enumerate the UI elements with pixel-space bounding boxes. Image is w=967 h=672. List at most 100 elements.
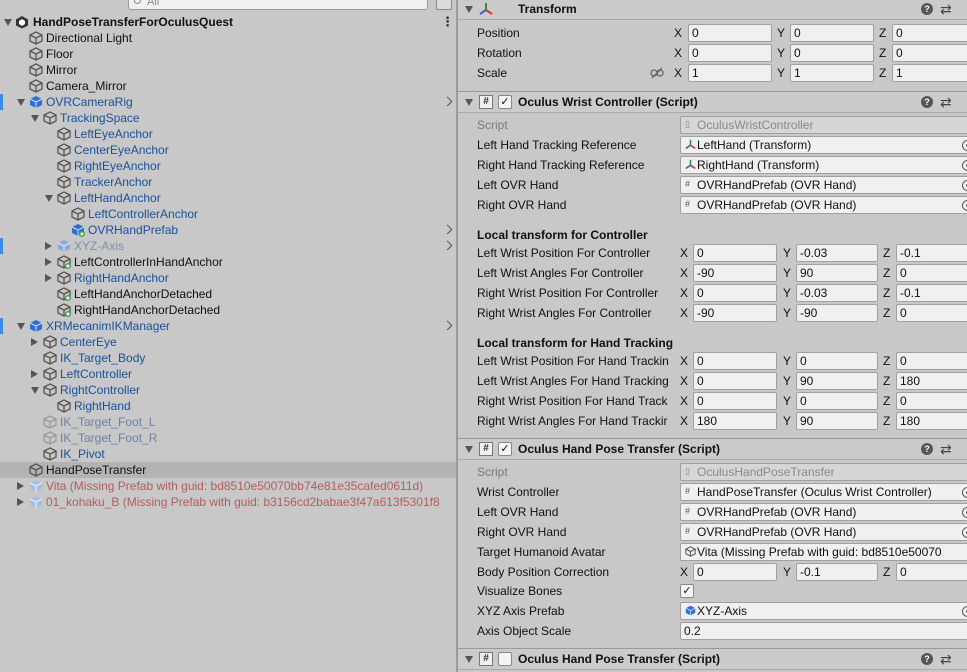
vector-x-field[interactable]: -90 — [693, 264, 777, 282]
hierarchy-item[interactable]: IK_Target_Body — [0, 350, 456, 366]
hierarchy-item[interactable]: XYZ-Axis — [0, 238, 456, 254]
body-x-field[interactable]: 0 — [693, 563, 777, 581]
help-icon[interactable]: ? — [921, 96, 933, 108]
chevron-right-icon[interactable] — [442, 320, 453, 331]
vector-y-field[interactable]: -90 — [796, 304, 878, 322]
hierarchy-item[interactable]: TrackingSpace — [0, 110, 456, 126]
object-picker-icon[interactable] — [962, 180, 967, 191]
right-ovr-hand-field[interactable]: # OVRHandPrefab (OVR Hand) — [680, 523, 967, 541]
vector-z-field[interactable]: 0 — [896, 304, 967, 322]
vector-y-field[interactable]: 0 — [796, 392, 878, 410]
wrist-controller-field[interactable]: # HandPoseTransfer (Oculus Wrist Control… — [680, 483, 967, 501]
hierarchy-item[interactable]: OVRCameraRig — [0, 94, 456, 110]
rotation-y-field[interactable]: 0 — [790, 44, 874, 62]
presets-icon[interactable]: ⇄ — [940, 1, 952, 18]
right-ovr-hand-field[interactable]: # OVRHandPrefab (OVR Hand) — [680, 196, 967, 214]
vector-y-field[interactable]: 90 — [796, 412, 878, 430]
vector-y-field[interactable]: -0.03 — [796, 244, 878, 262]
scale-x-field[interactable]: 1 — [688, 64, 772, 82]
hand-pose-transfer-2-header[interactable]: # Oculus Hand Pose Transfer (Script) ? ⇄ — [458, 648, 967, 670]
vector-x-field[interactable]: -90 — [693, 304, 777, 322]
hierarchy-item[interactable]: RightEyeAnchor — [0, 158, 456, 174]
fold-arrow-icon[interactable] — [31, 115, 39, 122]
hierarchy-item[interactable]: XRMecanimIKManager — [0, 318, 456, 334]
fold-arrow-icon[interactable] — [465, 6, 473, 13]
lock-icon[interactable] — [436, 0, 452, 10]
help-icon[interactable]: ? — [921, 443, 933, 455]
transform-header[interactable]: Transform ? ⇄ — [458, 0, 967, 20]
hierarchy-item[interactable]: HandPoseTransfer — [0, 462, 456, 478]
target-avatar-field[interactable]: Vita (Missing Prefab with guid: bd8510e5… — [680, 543, 967, 561]
object-picker-icon[interactable] — [962, 160, 967, 171]
hierarchy-item[interactable]: IK_Target_Foot_R — [0, 430, 456, 446]
vector-z-field[interactable]: 0 — [896, 352, 967, 370]
fold-arrow-icon[interactable] — [17, 482, 24, 490]
object-picker-icon[interactable] — [962, 487, 967, 498]
hierarchy-item[interactable]: LeftController — [0, 366, 456, 382]
help-icon[interactable]: ? — [921, 3, 933, 15]
hierarchy-item[interactable]: RightHandAnchor — [0, 270, 456, 286]
hierarchy-item[interactable]: OVRHandPrefab — [0, 222, 456, 238]
scale-y-field[interactable]: 1 — [790, 64, 874, 82]
left-ovr-hand-field[interactable]: # OVRHandPrefab (OVR Hand) — [680, 176, 967, 194]
hierarchy-search-input[interactable]: All — [128, 0, 428, 10]
fold-arrow-icon[interactable] — [465, 99, 473, 106]
position-z-field[interactable]: 0 — [892, 24, 967, 42]
left-hand-reference-field[interactable]: LeftHand (Transform) — [680, 136, 967, 154]
vector-z-field[interactable]: -0.1 — [896, 244, 967, 262]
fold-arrow-icon[interactable] — [17, 99, 25, 106]
scale-z-field[interactable]: 1 — [892, 64, 967, 82]
hierarchy-item[interactable]: CenterEyeAnchor — [0, 142, 456, 158]
right-hand-reference-field[interactable]: RightHand (Transform) — [680, 156, 967, 174]
vector-z-field[interactable]: 180 — [896, 412, 967, 430]
vector-x-field[interactable]: 0 — [693, 372, 777, 390]
fold-arrow-icon[interactable] — [17, 323, 25, 330]
fold-arrow-icon[interactable] — [31, 387, 39, 394]
vector-z-field[interactable]: 0 — [896, 264, 967, 282]
object-picker-icon[interactable] — [962, 507, 967, 518]
hierarchy-item[interactable]: LeftEyeAnchor — [0, 126, 456, 142]
body-y-field[interactable]: -0.1 — [796, 563, 878, 581]
fold-arrow-icon[interactable] — [45, 242, 52, 250]
hierarchy-item[interactable]: 01_kohaku_B (Missing Prefab with guid: b… — [0, 494, 456, 510]
hierarchy-item[interactable]: Directional Light — [0, 30, 456, 46]
presets-icon[interactable]: ⇄ — [940, 651, 952, 668]
hierarchy-item[interactable]: RightHandAnchorDetached — [0, 302, 456, 318]
object-picker-icon[interactable] — [962, 606, 967, 617]
hierarchy-item[interactable]: IK_Target_Foot_L — [0, 414, 456, 430]
rotation-z-field[interactable]: 0 — [892, 44, 967, 62]
hierarchy-item[interactable]: RightHand — [0, 398, 456, 414]
vector-z-field[interactable]: 180 — [896, 372, 967, 390]
hierarchy-item[interactable]: TrackerAnchor — [0, 174, 456, 190]
object-picker-icon[interactable] — [962, 200, 967, 211]
more-icon[interactable]: ⋮ — [441, 14, 454, 30]
enabled-checkbox[interactable]: ✓ — [498, 95, 512, 109]
object-picker-icon[interactable] — [962, 140, 967, 151]
vector-x-field[interactable]: 180 — [693, 412, 777, 430]
hierarchy-item[interactable]: LeftControllerAnchor — [0, 206, 456, 222]
vector-x-field[interactable]: 0 — [693, 352, 777, 370]
hierarchy-item[interactable]: CenterEye — [0, 334, 456, 350]
hierarchy-item[interactable]: LeftControllerInHandAnchor — [0, 254, 456, 270]
left-ovr-hand-field[interactable]: # OVRHandPrefab (OVR Hand) — [680, 503, 967, 521]
presets-icon[interactable]: ⇄ — [940, 441, 952, 458]
hierarchy-item[interactable]: RightController — [0, 382, 456, 398]
fold-arrow-icon[interactable] — [45, 195, 53, 202]
vector-y-field[interactable]: -0.03 — [796, 284, 878, 302]
fold-arrow-icon[interactable] — [31, 370, 38, 378]
fold-arrow-icon[interactable] — [4, 19, 12, 26]
body-z-field[interactable]: 0 — [896, 563, 967, 581]
visualize-bones-checkbox[interactable]: ✓ — [680, 584, 694, 598]
position-x-field[interactable]: 0 — [688, 24, 772, 42]
vector-x-field[interactable]: 0 — [693, 244, 777, 262]
fold-arrow-icon[interactable] — [465, 656, 473, 663]
rotation-x-field[interactable]: 0 — [688, 44, 772, 62]
hierarchy-item[interactable]: Mirror — [0, 62, 456, 78]
hierarchy-item[interactable]: IK_Pivot — [0, 446, 456, 462]
hierarchy-item[interactable]: LeftHandAnchorDetached — [0, 286, 456, 302]
axis-prefab-field[interactable]: XYZ-Axis — [680, 602, 967, 620]
position-y-field[interactable]: 0 — [790, 24, 874, 42]
scene-row[interactable]: HandPoseTransferForOculusQuest ⋮ — [0, 14, 456, 30]
hierarchy-item[interactable]: Camera_Mirror — [0, 78, 456, 94]
object-picker-icon[interactable] — [962, 527, 967, 538]
